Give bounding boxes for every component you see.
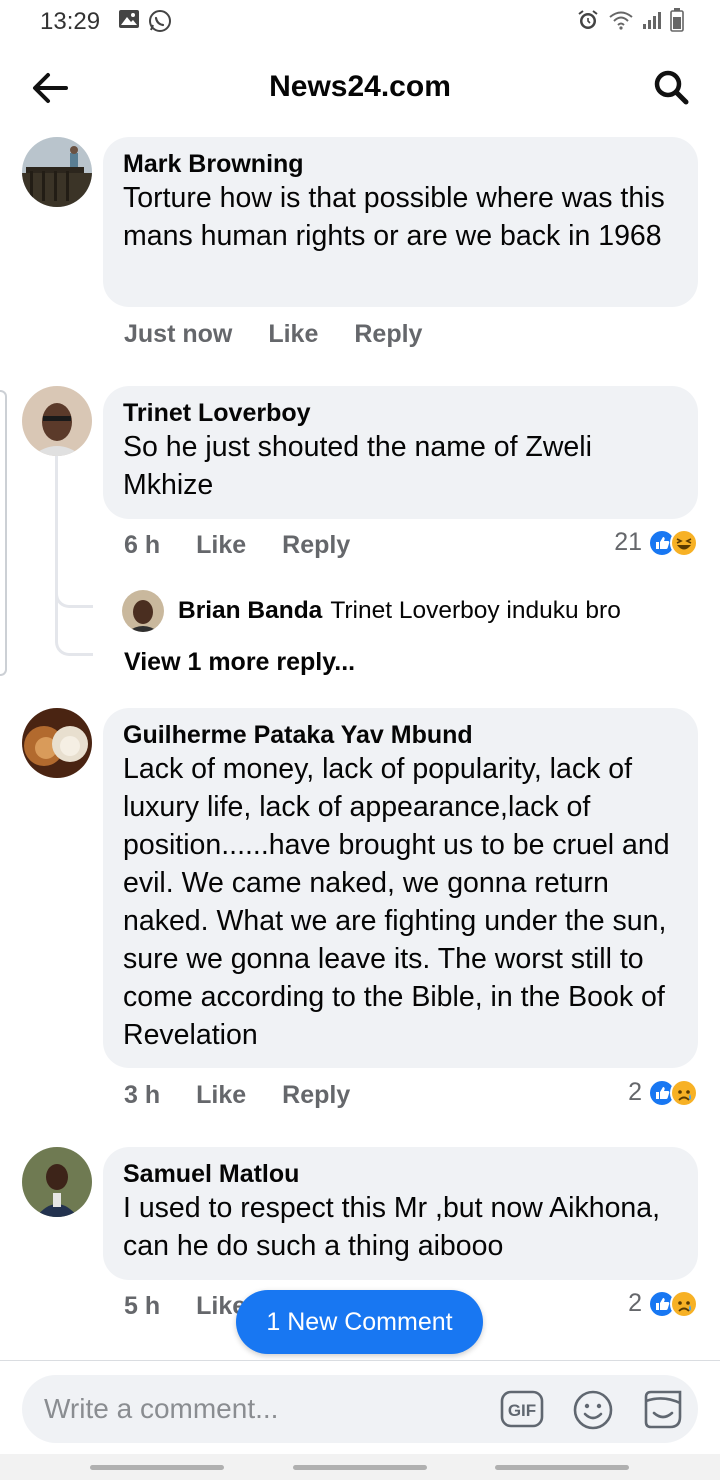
comment-actions: Just now Like Reply <box>124 320 422 349</box>
reply-button[interactable]: Reply <box>354 320 422 349</box>
status-time: 13:29 <box>40 8 101 35</box>
nav-recents-handle[interactable] <box>90 1465 224 1470</box>
like-button[interactable]: Like <box>196 1081 246 1110</box>
new-comment-button[interactable]: 1 New Comment <box>236 1290 483 1354</box>
sad-icon <box>670 1289 698 1318</box>
comment-time[interactable]: 3 h <box>124 1081 160 1110</box>
nav-back-handle[interactable] <box>495 1465 629 1470</box>
search-button[interactable] <box>652 68 692 108</box>
reaction-count: 21 <box>614 528 642 556</box>
app-bar: News24.com <box>0 56 720 120</box>
reply-button[interactable]: Reply <box>282 531 350 560</box>
avatar[interactable] <box>22 386 92 456</box>
avatar[interactable] <box>22 137 92 207</box>
search-icon <box>654 70 689 105</box>
avatar[interactable] <box>122 590 164 632</box>
thread-line <box>55 456 93 608</box>
comment-bubble[interactable]: Trinet Loverboy So he just shouted the n… <box>103 386 698 519</box>
comment-actions: 5 h Like <box>124 1292 246 1321</box>
comment-text: So he just shouted the name of Zweli Mkh… <box>123 431 592 501</box>
comment-input[interactable]: Write a comment... GIF <box>22 1375 698 1443</box>
reply-author[interactable]: Brian Banda <box>178 597 322 625</box>
emoji-icon <box>573 1390 613 1430</box>
comment-time[interactable]: 6 h <box>124 531 160 560</box>
reaction-summary[interactable]: 2 <box>628 1078 698 1107</box>
gif-button[interactable]: GIF <box>500 1390 544 1428</box>
signal-icon <box>643 12 661 29</box>
reply-text: Trinet Loverboy induku bro <box>330 597 621 624</box>
avatar[interactable] <box>22 708 92 778</box>
reaction-count: 2 <box>628 1289 642 1317</box>
status-bar: 13:29 <box>0 0 720 44</box>
system-nav-bar <box>0 1454 720 1480</box>
reply-item[interactable]: Brian Banda Trinet Loverboy induku bro <box>122 590 621 632</box>
comment-bubble[interactable]: Samuel Matlou I used to respect this Mr … <box>103 1147 698 1280</box>
comment-input-placeholder: Write a comment... <box>44 1393 279 1424</box>
gif-icon: GIF <box>500 1390 544 1428</box>
comment-author[interactable]: Trinet Loverboy <box>123 398 678 428</box>
sad-icon <box>670 1078 698 1107</box>
comment-author[interactable]: Guilherme Pataka Yav Mbund <box>123 720 678 750</box>
wifi-icon <box>609 11 633 30</box>
comment-text: Lack of money, lack of popularity, lack … <box>123 753 670 1051</box>
comment-actions: 3 h Like Reply <box>124 1081 350 1110</box>
comment-time[interactable]: 5 h <box>124 1292 160 1321</box>
whatsapp-icon <box>149 10 171 32</box>
thread-edge-indicator <box>0 390 7 676</box>
like-button[interactable]: Like <box>196 531 246 560</box>
nav-home-handle[interactable] <box>293 1465 427 1470</box>
comment-author[interactable]: Samuel Matlou <box>123 1159 678 1189</box>
reaction-summary[interactable]: 2 <box>628 1289 698 1318</box>
comment-text: Torture how is that possible where was t… <box>123 182 665 252</box>
comment-time[interactable]: Just now <box>124 320 232 349</box>
reaction-count: 2 <box>628 1078 642 1106</box>
reaction-summary[interactable]: 21 <box>614 528 698 557</box>
reply-button[interactable]: Reply <box>282 1081 350 1110</box>
emoji-button[interactable] <box>572 1389 614 1431</box>
comment-actions: 6 h Like Reply <box>124 531 350 560</box>
like-button[interactable]: Like <box>268 320 318 349</box>
alarm-icon <box>578 10 598 29</box>
battery-icon <box>670 8 684 32</box>
comment-composer-bar: Write a comment... GIF <box>0 1360 720 1454</box>
comment-author[interactable]: Mark Browning <box>123 149 678 179</box>
sticker-icon <box>644 1390 682 1429</box>
comment-text: I used to respect this Mr ,but now Aikho… <box>123 1192 661 1262</box>
svg-text:GIF: GIF <box>508 1401 536 1420</box>
comment-bubble[interactable]: Guilherme Pataka Yav Mbund Lack of money… <box>103 708 698 1068</box>
gallery-icon <box>119 10 139 28</box>
comment-bubble[interactable]: Mark Browning Torture how is that possib… <box>103 137 698 307</box>
page-title: News24.com <box>269 70 451 103</box>
sticker-button[interactable] <box>640 1387 686 1433</box>
view-more-replies-link[interactable]: View 1 more reply... <box>124 648 355 677</box>
avatar[interactable] <box>22 1147 92 1217</box>
haha-icon <box>670 528 698 557</box>
